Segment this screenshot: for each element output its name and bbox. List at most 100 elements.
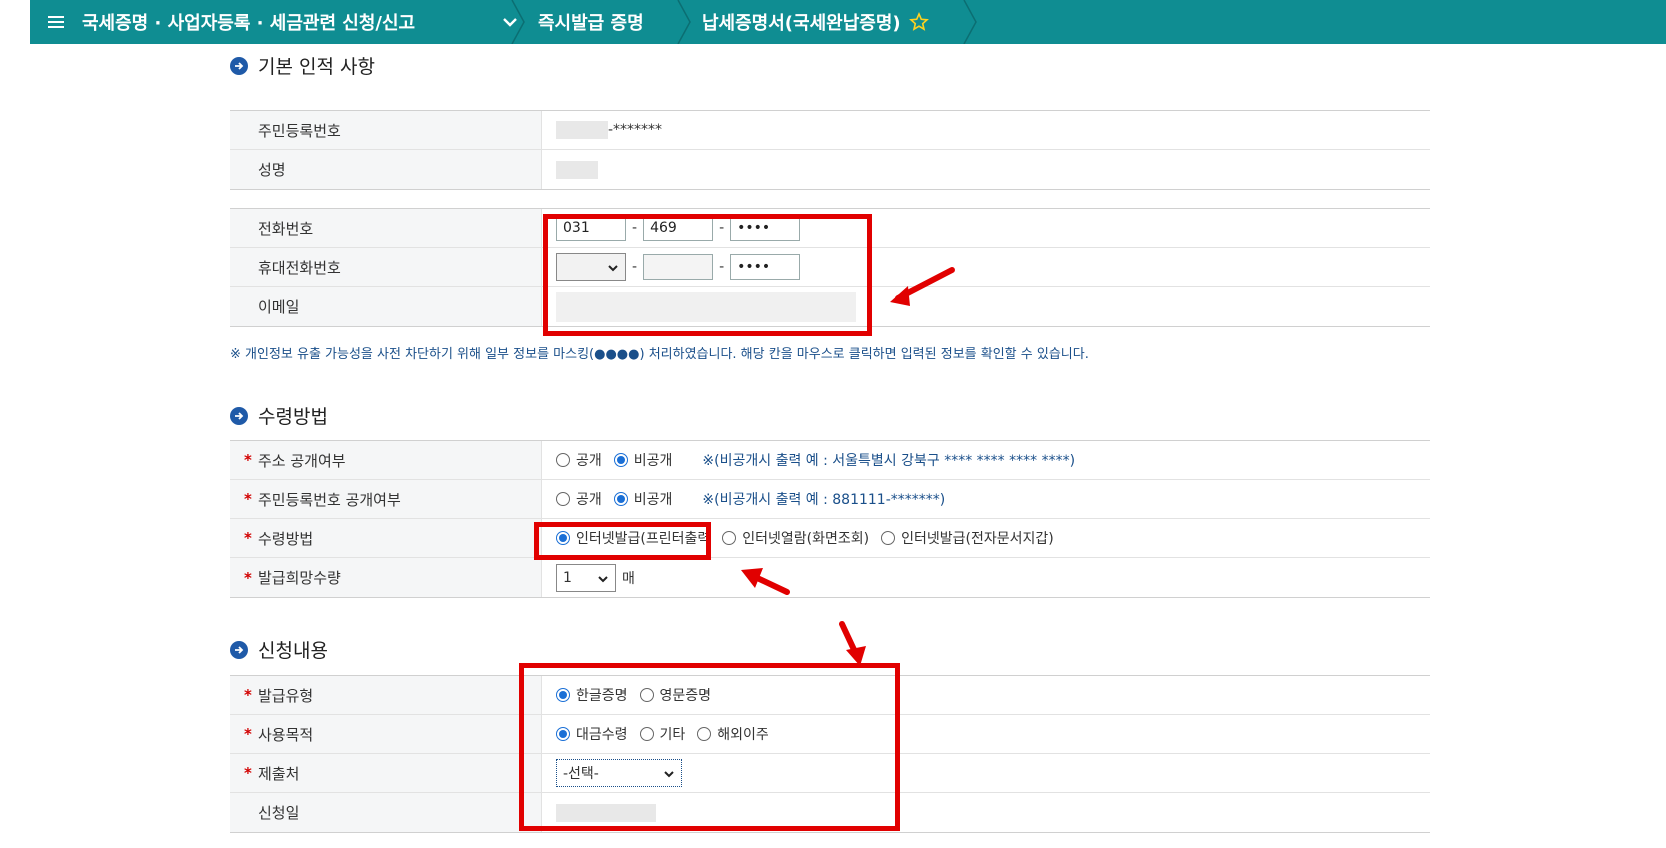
qty-select-value: 1 <box>563 569 572 586</box>
phone-value: 031 - 469 - •••• <box>542 209 1430 247</box>
phone-label-text: 전화번호 <box>258 219 314 238</box>
breadcrumb-instant-issue[interactable]: 즉시발급 증명 <box>538 0 644 44</box>
chevron-down-icon <box>664 771 674 778</box>
method-value: 인터넷발급(프린터출력 인터넷열람(화면조회) 인터넷발급(전자문서지갑) <box>542 519 1430 557</box>
radio-label: 공개 <box>576 453 602 469</box>
rrn-public-row: * 주민등록번호 공개여부 공개 비공개 ※(비공개시 출력 예 : 881111… <box>230 480 1430 519</box>
red-arrow-icon <box>839 621 866 666</box>
required-mark: * <box>244 725 252 743</box>
required-mark: * <box>244 568 252 587</box>
mobile-prefix-select[interactable] <box>556 253 626 281</box>
radio-label: 공개 <box>576 492 602 508</box>
rrn-label: 주민등록번호 <box>230 111 542 149</box>
radio-indicator-checked <box>556 531 570 545</box>
submit-to-label-text: 제출처 <box>258 764 300 783</box>
arrow-right-circle-icon <box>230 640 248 659</box>
addr-public-value: 공개 비공개 ※(비공개시 출력 예 : 서울특별시 강북구 **** ****… <box>542 441 1430 479</box>
email-value <box>542 287 1430 326</box>
name-masked-box <box>556 160 598 179</box>
mobile-input-2[interactable] <box>643 254 714 280</box>
purpose-emigration-radio[interactable]: 해외이주 <box>697 724 769 744</box>
submit-to-select[interactable]: -선택- <box>556 759 682 787</box>
method-internet-view-radio[interactable]: 인터넷열람(화면조회) <box>722 528 869 548</box>
section-title-apply-text: 신청내용 <box>258 640 328 662</box>
chevron-down-icon <box>598 575 608 582</box>
purpose-other-radio[interactable]: 기타 <box>639 724 685 744</box>
chevron-down-icon <box>608 265 618 272</box>
main-menu-button[interactable]: 국세증명 · 사업자등록 · 세금관련 신청/신고 <box>30 0 530 44</box>
radio-indicator <box>556 492 570 506</box>
type-english-radio[interactable]: 영문증명 <box>639 685 712 705</box>
contact-table: 전화번호 031 - 469 - •••• 휴대전화번호 - - •••• 이메… <box>230 208 1430 327</box>
main-menu-label: 국세증명 · 사업자등록 · 세금관련 신청/신고 <box>82 13 416 34</box>
masking-notice: ※ 개인정보 유출 가능성을 사전 차단하기 위해 일부 정보를 마스킹(●●●… <box>230 347 1089 362</box>
type-korean-radio[interactable]: 한글증명 <box>556 685 628 705</box>
breadcrumb-tax-certificate[interactable]: 납세증명서(국세완납증명) <box>702 0 929 44</box>
arrow-right-circle-icon <box>230 56 248 75</box>
required-mark: * <box>244 686 252 704</box>
purpose-value: 대금수령 기타 해외이주 <box>542 715 1430 753</box>
rrn-value: -******* <box>542 111 1430 149</box>
breadcrumb-instant-issue-label: 즉시발급 증명 <box>538 13 644 34</box>
submit-to-value: -선택- <box>542 754 1430 792</box>
purpose-label: * 사용목적 <box>230 715 542 753</box>
name-label-text: 성명 <box>258 161 286 179</box>
addr-public-radio[interactable]: 공개 <box>556 450 602 470</box>
radio-indicator <box>556 453 570 467</box>
radio-label: 비공개 <box>633 453 673 469</box>
nav-left-stub <box>0 0 30 44</box>
apply-table: * 발급유형 한글증명 영문증명 * 사용목적 대금수령 기타 해외이주 * 제출처 … <box>230 675 1430 833</box>
breadcrumb-separator-icon <box>963 0 977 44</box>
mobile-input-3[interactable]: •••• <box>730 254 801 280</box>
radio-indicator <box>722 531 737 545</box>
mobile-value: - - •••• <box>542 248 1430 286</box>
breadcrumb-separator-icon <box>511 0 525 44</box>
method-internet-print-radio[interactable]: 인터넷발급(프린터출력 <box>556 528 710 548</box>
apply-date-value <box>542 793 1430 832</box>
radio-label: 인터넷발급(프린터출력 <box>576 531 711 547</box>
phone-label: 전화번호 <box>230 209 542 247</box>
rrn-label-text: 주민등록번호 <box>258 121 341 140</box>
issue-type-value: 한글증명 영문증명 <box>542 676 1430 714</box>
qty-label-text: 발급희망수량 <box>258 569 341 587</box>
rrn-public-label: * 주민등록번호 공개여부 <box>230 480 542 518</box>
method-row: * 수령방법 인터넷발급(프린터출력 인터넷열람(화면조회) 인터넷발급(전자문서… <box>230 519 1430 558</box>
addr-public-label-text: 주소 공개여부 <box>258 451 346 470</box>
basic-info-table: 주민등록번호 -******* 성명 <box>230 110 1430 190</box>
radio-indicator-checked <box>556 727 570 741</box>
submit-to-select-value: -선택- <box>563 766 599 782</box>
qty-select[interactable]: 1 <box>556 563 616 592</box>
purpose-payment-radio[interactable]: 대금수령 <box>556 724 628 744</box>
submit-to-row: * 제출처 -선택- <box>230 754 1430 793</box>
receive-table: * 주소 공개여부 공개 비공개 ※(비공개시 출력 예 : 서울특별시 강북구 … <box>230 440 1430 598</box>
addr-public-row: * 주소 공개여부 공개 비공개 ※(비공개시 출력 예 : 서울특별시 강북구 … <box>230 441 1430 480</box>
qty-row: * 발급희망수량 1 매 <box>230 558 1430 597</box>
dash: - <box>632 220 638 236</box>
radio-label: 비공개 <box>633 492 673 508</box>
qty-value: 1 매 <box>542 558 1430 597</box>
required-mark: * <box>244 764 252 782</box>
radio-indicator <box>697 727 712 741</box>
radio-label: 대금수령 <box>576 727 628 743</box>
rrn-suffix: -******* <box>608 122 663 138</box>
radio-label: 한글증명 <box>576 688 628 704</box>
method-e-wallet-radio[interactable]: 인터넷발급(전자문서지갑) <box>881 528 1054 548</box>
radio-label: 영문증명 <box>659 688 712 704</box>
radio-indicator <box>881 531 896 545</box>
phone-input-2[interactable]: 469 <box>643 215 714 241</box>
required-mark: * <box>244 529 252 547</box>
name-row: 성명 <box>230 150 1430 189</box>
rrn-private-radio[interactable]: 비공개 <box>613 489 673 509</box>
phone-input-3[interactable]: •••• <box>730 215 801 241</box>
rrn-public-radio[interactable]: 공개 <box>556 489 602 509</box>
addr-example-note: ※(비공개시 출력 예 : 서울특별시 강북구 **** **** **** *… <box>702 453 1076 469</box>
email-masked-box[interactable] <box>556 291 856 322</box>
dash: - <box>719 220 725 236</box>
rrn-masked-box <box>556 121 608 139</box>
radio-indicator-checked <box>613 492 628 506</box>
phone-input-1[interactable]: 031 <box>556 215 626 241</box>
apply-date-masked-box <box>556 803 656 822</box>
method-label: * 수령방법 <box>230 519 542 557</box>
addr-private-radio[interactable]: 비공개 <box>613 450 673 470</box>
star-favorite-icon[interactable] <box>908 12 929 32</box>
